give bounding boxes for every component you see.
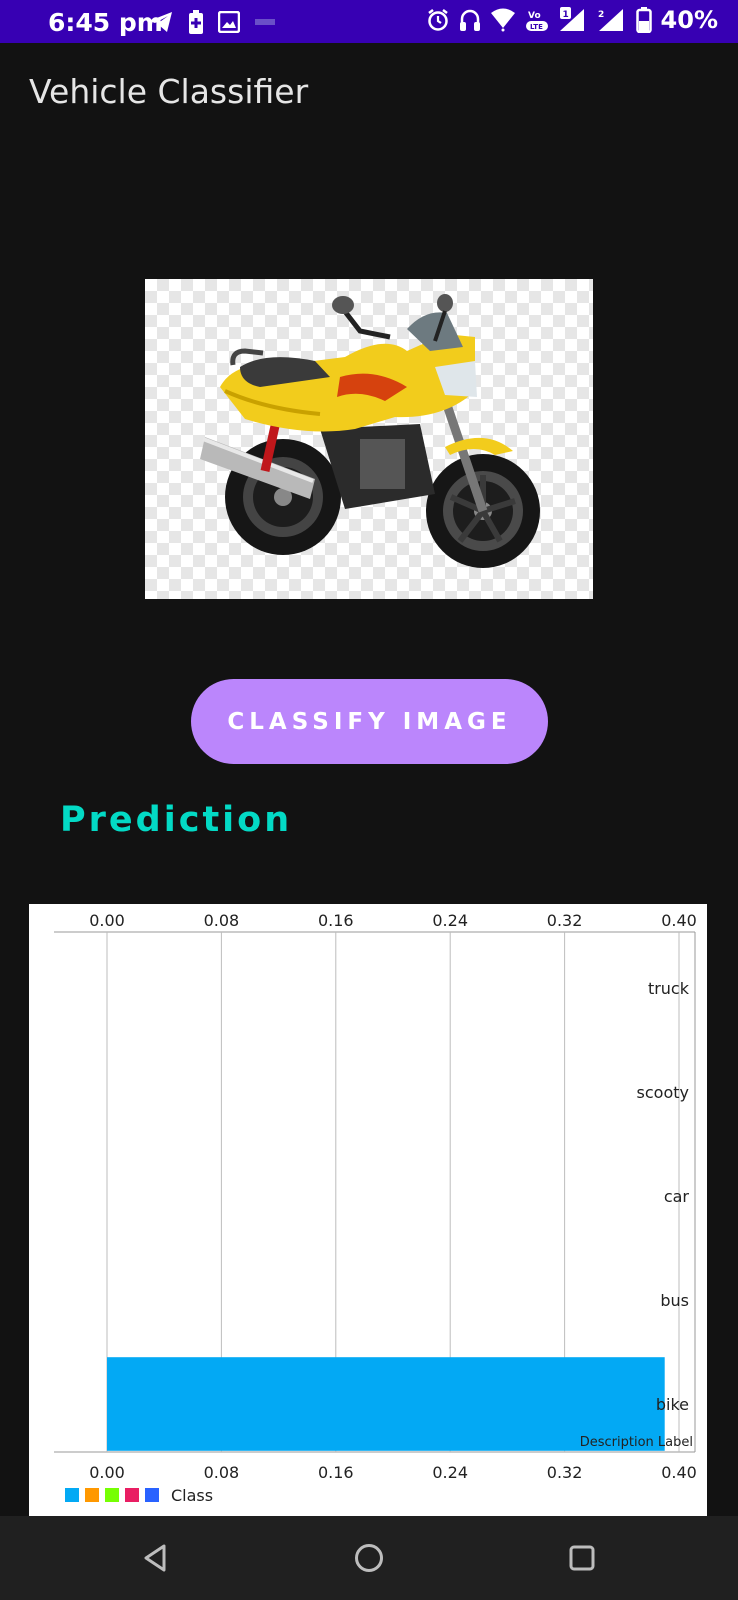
- category-label-bus: bus: [660, 1291, 689, 1310]
- battery-saver-icon: [189, 10, 203, 34]
- prediction-title: Prediction: [60, 800, 293, 840]
- vehicle-image[interactable]: [145, 279, 593, 599]
- recents-icon[interactable]: [564, 1540, 600, 1576]
- legend-swatch: [145, 1488, 159, 1502]
- category-label-truck: truck: [648, 979, 690, 998]
- svg-text:2: 2: [598, 10, 604, 20]
- battery-icon: [635, 7, 652, 33]
- notification-icon: [255, 19, 275, 25]
- legend-swatch: [125, 1488, 139, 1502]
- status-bar: 6:45 pm Vo LTE 1 2 40%: [0, 0, 738, 43]
- legend-label: Class: [171, 1486, 213, 1505]
- x-tick-label-bottom: 0.16: [318, 1463, 354, 1482]
- home-icon[interactable]: [351, 1540, 387, 1576]
- svg-text:LTE: LTE: [530, 23, 543, 31]
- battery-percent: 40%: [660, 6, 718, 34]
- wifi-icon: [490, 8, 515, 32]
- signal-sim1-icon: 1: [559, 7, 584, 31]
- legend-swatch: [105, 1488, 119, 1502]
- x-tick-label-top: 0.24: [432, 911, 468, 930]
- x-tick-label-bottom: 0.32: [547, 1463, 583, 1482]
- status-left-icons: [148, 10, 276, 34]
- x-tick-label-bottom: 0.40: [661, 1463, 697, 1482]
- category-label-car: car: [664, 1187, 690, 1206]
- x-tick-label-bottom: 0.00: [89, 1463, 125, 1482]
- x-tick-label-top: 0.00: [89, 911, 125, 930]
- signal-sim2-icon: 2: [598, 9, 623, 31]
- back-icon[interactable]: [138, 1540, 174, 1576]
- headphones-icon: [459, 9, 480, 31]
- app-title: Vehicle Classifier: [29, 72, 309, 111]
- legend-swatch: [85, 1488, 99, 1502]
- gallery-icon: [218, 11, 240, 33]
- category-label-bike: bike: [656, 1395, 689, 1414]
- x-tick-label-top: 0.32: [547, 911, 583, 930]
- svg-text:1: 1: [562, 10, 568, 20]
- navigation-bar: [0, 1516, 738, 1600]
- x-tick-label-bottom: 0.24: [432, 1463, 468, 1482]
- status-time: 6:45 pm: [48, 8, 163, 37]
- x-tick-label-bottom: 0.08: [204, 1463, 240, 1482]
- telegram-icon: [149, 12, 172, 32]
- volte-icon: Vo LTE: [525, 11, 548, 31]
- x-tick-label-top: 0.08: [204, 911, 240, 930]
- x-tick-label-top: 0.40: [661, 911, 697, 930]
- bar-chart: 0.00 0.00 0.08 0.08 0.16 0.16 0.24 0.24 0.32 0.32…: [54, 911, 697, 1505]
- category-label-scooty: scooty: [637, 1083, 689, 1102]
- status-right-icons: Vo LTE 1 2 40%: [426, 6, 718, 34]
- motorcycle-image: [200, 294, 540, 568]
- legend-swatch: [65, 1488, 79, 1502]
- description-label: Description Label: [580, 1435, 693, 1450]
- x-tick-label-top: 0.16: [318, 911, 354, 930]
- alarm-icon: [427, 9, 448, 31]
- prediction-chart: 0.00 0.00 0.08 0.08 0.16 0.16 0.24 0.24 0.32 0.32…: [29, 904, 707, 1516]
- svg-text:Vo: Vo: [528, 11, 541, 21]
- classify-image-button[interactable]: CLASSIFY IMAGE: [191, 679, 548, 764]
